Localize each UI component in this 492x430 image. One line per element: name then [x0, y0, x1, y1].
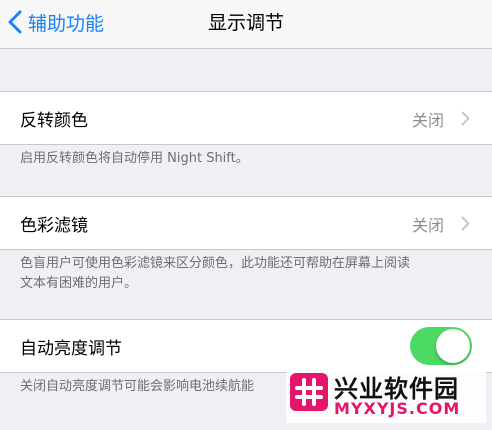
- page-title: 显示调节: [207, 12, 284, 34]
- navigation-bar: 辅助功能 显示调节: [0, 0, 492, 49]
- chevron-right-icon: [461, 111, 470, 126]
- auto-brightness-row: 自动亮度调节: [0, 319, 492, 373]
- auto-brightness-label: 自动亮度调节: [20, 339, 122, 359]
- auto-brightness-toggle[interactable]: [410, 327, 472, 365]
- invert-colors-value: 关闭: [411, 111, 444, 130]
- watermark-logo-icon: [290, 373, 328, 411]
- toggle-knob: [436, 329, 470, 363]
- color-filters-footer-line: 色盲用户可使用色彩滤镜来区分颜色，此功能还可帮助在屏幕上阅读: [20, 256, 411, 271]
- invert-colors-footer: 启用反转颜色将自动停用 Night Shift。: [20, 151, 249, 166]
- watermark: 兴业软件园 MYXYJS.COM: [286, 369, 486, 423]
- color-filters-footer-line: 文本有困难的用户。: [20, 276, 138, 291]
- invert-colors-label: 反转颜色: [20, 111, 88, 131]
- chevron-right-icon: [461, 216, 470, 231]
- color-filters-row[interactable]: 色彩滤镜 关闭: [0, 196, 492, 250]
- color-filters-footer: 色盲用户可使用色彩滤镜来区分颜色，此功能还可帮助在屏幕上阅读 文本有困难的用户。: [20, 254, 460, 294]
- color-filters-value: 关闭: [411, 216, 444, 235]
- color-filters-label: 色彩滤镜: [20, 216, 88, 236]
- watermark-url: MYXYJS.COM: [334, 399, 461, 418]
- invert-colors-row[interactable]: 反转颜色 关闭: [0, 91, 492, 145]
